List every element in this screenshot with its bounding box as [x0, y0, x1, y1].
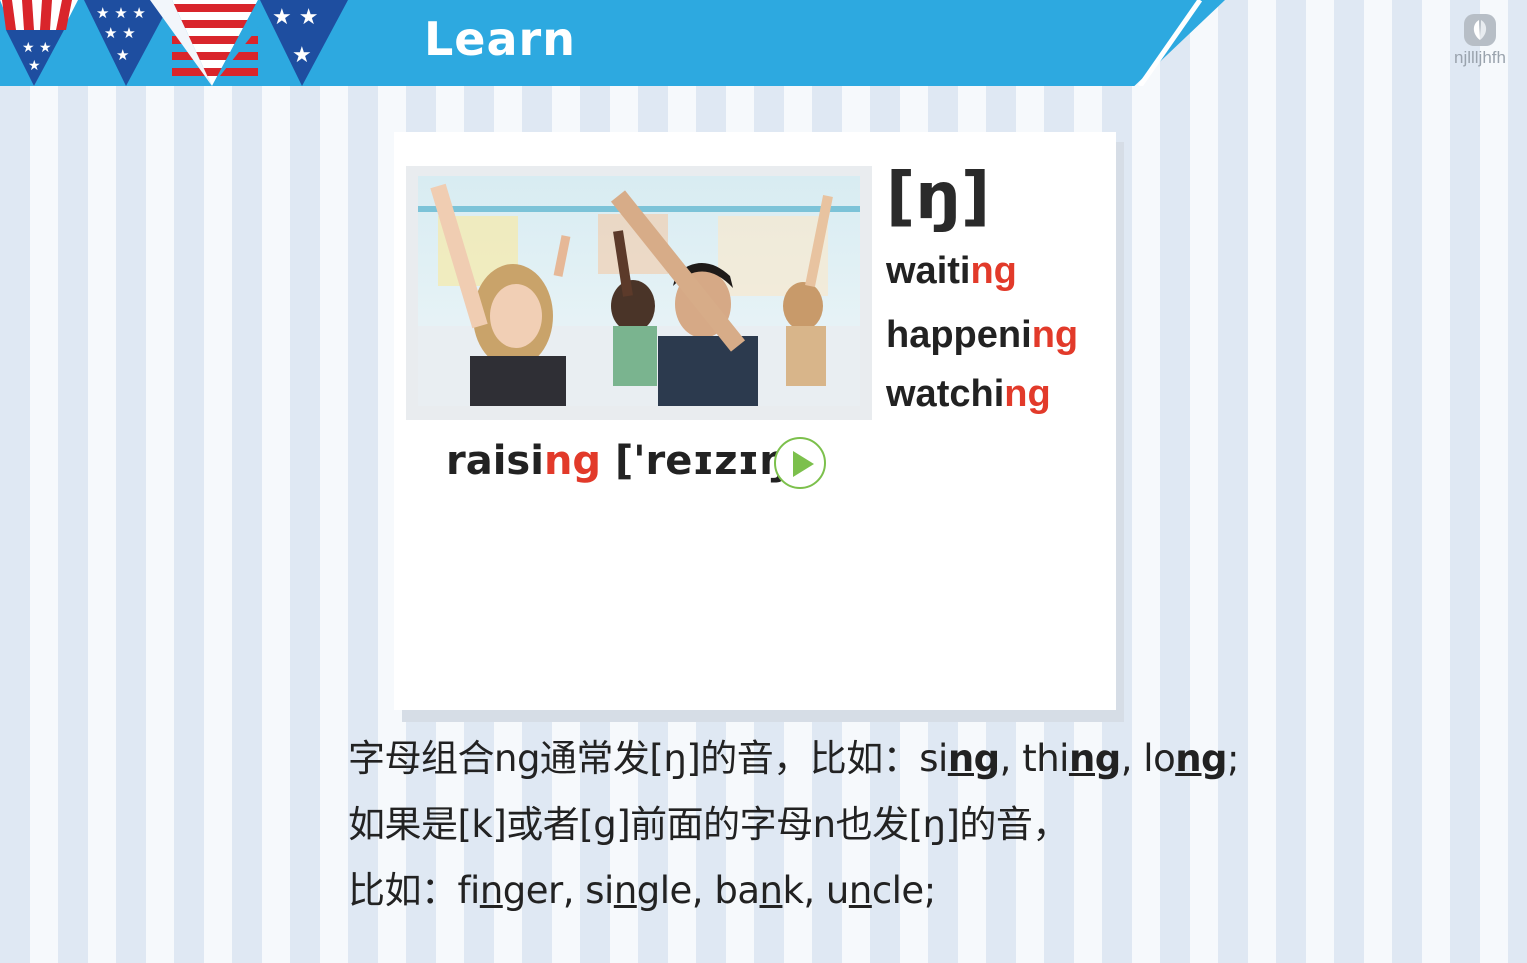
example-underlined: n [759, 869, 783, 912]
classroom-photo [418, 176, 860, 406]
example-underlined: ng [1175, 737, 1228, 780]
rule-example: sing, [919, 737, 1022, 780]
brand-logo: njllljhfh [1445, 12, 1515, 68]
rule-line-3: 比如：finger, single, bank, uncle; [348, 860, 936, 914]
example-underlined: n [848, 869, 872, 912]
svg-text:★: ★ [116, 46, 129, 64]
svg-text:★ ★: ★ ★ [272, 5, 318, 30]
example-before: ba [714, 869, 760, 912]
example-before: si [919, 737, 948, 780]
example-before: fi [457, 869, 481, 912]
page-title: Learn [424, 12, 576, 66]
svg-text:★: ★ [292, 43, 312, 68]
example-word-raising: raising ['reɪzɪŋ] [446, 438, 806, 484]
rule-example: thing, [1022, 737, 1143, 780]
svg-text:★ ★: ★ ★ [22, 40, 52, 56]
word-ending-highlight: ng [1004, 373, 1051, 415]
example-after: ger, [502, 869, 586, 912]
flag-bunting: ★ ★ ★ ★ ★ ★ ★ ★ ★ ★ ★ ★ [0, 0, 348, 86]
word-ending-highlight: ng [970, 250, 1017, 292]
example-after: , [1120, 737, 1144, 780]
example-after: , [999, 737, 1023, 780]
phonetic-symbol: [ŋ] [886, 160, 991, 234]
svg-text:★ ★ ★: ★ ★ ★ [96, 4, 146, 22]
example-word-waiting: waiting [886, 250, 1017, 293]
rule-example: uncle; [826, 869, 936, 912]
rule-example: finger, [458, 869, 586, 912]
example-before: thi [1022, 737, 1069, 780]
svg-text:★ ★: ★ ★ [104, 24, 136, 42]
play-icon [793, 451, 814, 477]
example-after: k, [782, 869, 826, 912]
play-audio-button[interactable] [774, 437, 826, 489]
rule-example: bank, [714, 869, 826, 912]
example-word-happening: happening [886, 314, 1078, 357]
example-after: ; [1227, 737, 1240, 780]
rule-line-1: 字母组合ng通常发[ŋ]的音，比如：sing, thing, long; [348, 728, 1240, 782]
rule-line-2: 如果是[k]或者[g]前面的字母n也发[ŋ]的音， [348, 803, 1069, 846]
header-banner: ★ ★ ★ ★ ★ ★ ★ ★ ★ ★ ★ ★ Learn njllljhfh [0, 0, 1527, 90]
word-base: happeni [886, 314, 1032, 356]
rule-example: single, [585, 869, 714, 912]
rule-text: 比如： [348, 869, 458, 912]
svg-text:★: ★ [28, 58, 41, 74]
leaf-logo-icon [1464, 14, 1496, 46]
example-underlined: ng [947, 737, 1000, 780]
example-after: gle, [636, 869, 715, 912]
word-base: waiti [886, 250, 971, 292]
example-before: u [825, 869, 849, 912]
example-base: raisi [446, 438, 544, 484]
example-before: si [585, 869, 614, 912]
example-word-watching: watching [886, 373, 1051, 416]
students-raising-hands-image [418, 176, 860, 406]
example-underlined: ng [1068, 737, 1121, 780]
rule-text: 字母组合ng通常发[ŋ]的音，比如： [348, 737, 920, 780]
example-underlined: n [613, 869, 637, 912]
example-ending-highlight: ng [543, 438, 602, 484]
word-base: watchi [886, 373, 1005, 415]
example-underlined: n [479, 869, 503, 912]
header-slash-decoration [1137, 0, 1203, 86]
word-ending-highlight: ng [1031, 314, 1079, 356]
logo-text: njllljhfh [1454, 48, 1506, 67]
example-after: cle; [871, 869, 936, 912]
example-before: lo [1143, 737, 1176, 780]
rule-example: long; [1143, 737, 1239, 780]
